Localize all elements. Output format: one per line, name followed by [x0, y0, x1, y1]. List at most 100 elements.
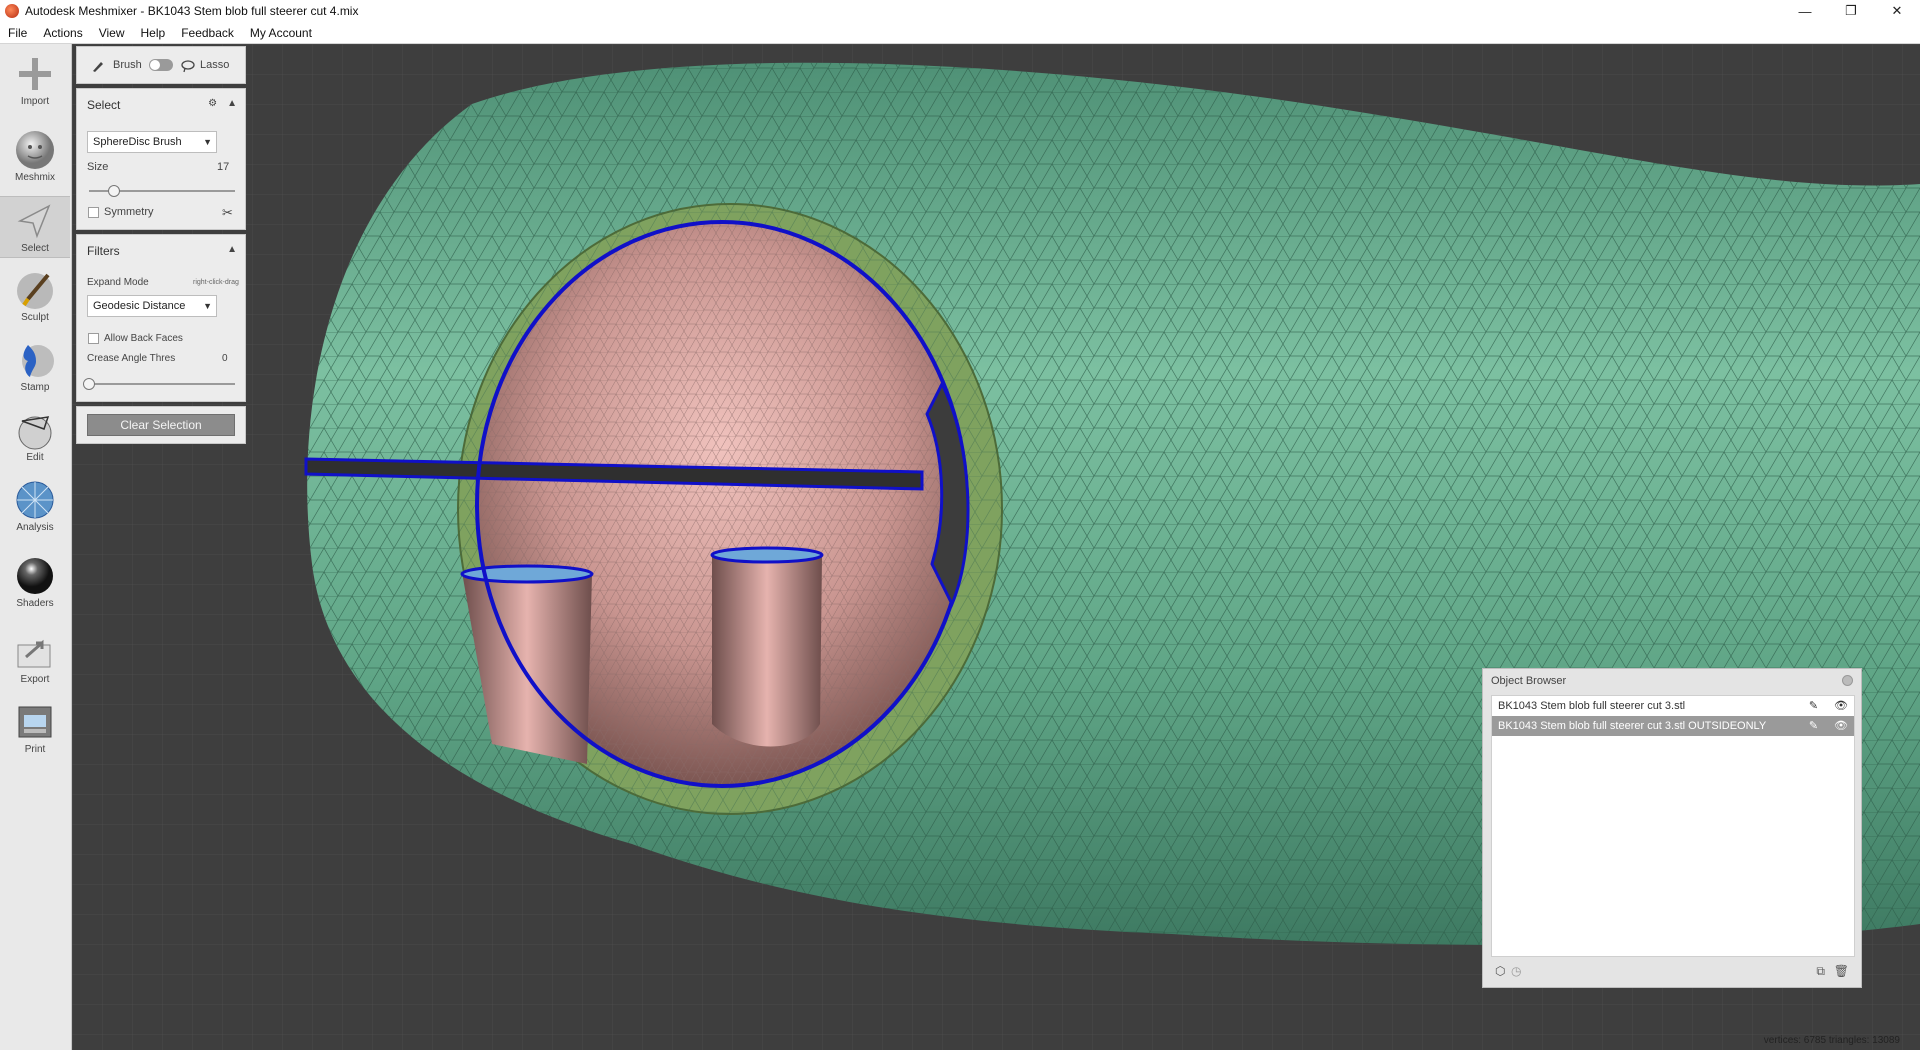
- menu-my-account[interactable]: My Account: [242, 22, 320, 44]
- size-label: Size: [87, 161, 109, 173]
- menu-feedback[interactable]: Feedback: [173, 22, 242, 44]
- object-name: BK1043 Stem blob full steerer cut 3.stl: [1498, 700, 1686, 712]
- tool-shaders[interactable]: Shaders: [0, 552, 70, 614]
- crease-slider-knob[interactable]: [83, 378, 95, 390]
- tool-select[interactable]: Select: [0, 196, 70, 258]
- select-panel-header[interactable]: Select ⚙ ▲: [77, 89, 245, 121]
- bunny-head-icon: [13, 130, 57, 170]
- export-icon: [13, 632, 57, 672]
- tool-shaders-label: Shaders: [16, 598, 54, 609]
- title-bar: Autodesk Meshmixer - BK1043 Stem blob fu…: [0, 0, 1920, 22]
- clear-selection-button[interactable]: Clear Selection: [87, 414, 235, 436]
- allow-back-faces-label: Allow Back Faces: [104, 333, 183, 344]
- filters-panel-header[interactable]: Filters ▲: [77, 235, 245, 267]
- filters-panel-title: Filters: [87, 244, 120, 258]
- eye-icon[interactable]: 👁: [1834, 699, 1848, 712]
- menu-help[interactable]: Help: [133, 22, 174, 44]
- filters-panel: Filters ▲ Expand Mode right-click-drag G…: [76, 234, 246, 402]
- menu-file[interactable]: File: [0, 22, 35, 44]
- cube-icon[interactable]: ⬡: [1495, 964, 1505, 978]
- symmetry-scissor-icon[interactable]: ✂: [222, 205, 233, 221]
- eye-icon[interactable]: 👁: [1834, 719, 1848, 732]
- meshmixer-logo-icon: [5, 4, 19, 18]
- menu-view[interactable]: View: [91, 22, 133, 44]
- tool-sculpt[interactable]: Sculpt: [0, 266, 70, 328]
- tool-sculpt-label: Sculpt: [21, 312, 49, 323]
- mesh-stats-status: vertices: 6785 triangles: 13089: [1763, 1035, 1900, 1046]
- tool-analysis[interactable]: Analysis: [0, 476, 70, 538]
- chevron-down-icon: ▼: [203, 301, 212, 311]
- object-list: BK1043 Stem blob full steerer cut 3.stl …: [1491, 695, 1855, 957]
- expand-mode-dropdown[interactable]: Geodesic Distance ▼: [87, 295, 217, 317]
- tool-analysis-label: Analysis: [16, 522, 54, 533]
- lasso-mode-label[interactable]: Lasso: [200, 59, 229, 71]
- tool-meshmix-label: Meshmix: [14, 172, 55, 183]
- maximize-button[interactable]: ❐: [1828, 0, 1874, 22]
- symmetry-label: Symmetry: [104, 206, 154, 218]
- tool-import[interactable]: Import: [0, 50, 70, 112]
- select-panel: Select ⚙ ▲ SphereDisc Brush ▼ Size 17 Sy…: [76, 88, 246, 230]
- crease-angle-value: 0: [222, 353, 228, 364]
- brush-icon: [93, 62, 103, 72]
- object-browser: Object Browser BK1043 Stem blob full ste…: [1482, 668, 1862, 988]
- tool-stamp-label: Stamp: [20, 382, 50, 393]
- window-controls: — ❐ ✕: [1782, 0, 1920, 22]
- object-name: BK1043 Stem blob full steerer cut 3.stl …: [1498, 720, 1767, 732]
- printer-icon: [13, 702, 57, 742]
- crease-slider-track[interactable]: [89, 383, 235, 385]
- crease-angle-label: Crease Angle Thres: [87, 353, 176, 364]
- edit-object-icon[interactable]: ✎: [1809, 719, 1818, 732]
- edit-object-icon[interactable]: ✎: [1809, 699, 1818, 712]
- close-button[interactable]: ✕: [1874, 0, 1920, 22]
- object-browser-title: Object Browser: [1491, 675, 1567, 687]
- tool-stamp[interactable]: Stamp: [0, 336, 70, 398]
- select-arrow-icon: [13, 201, 57, 241]
- settings-gear-icon[interactable]: ⚙: [208, 98, 217, 109]
- brush-type-dropdown[interactable]: SphereDisc Brush ▼: [87, 131, 217, 153]
- tool-print-label: Print: [24, 744, 46, 755]
- analysis-sphere-icon: [13, 480, 57, 520]
- object-browser-footer: ⬡ ◷ ⧉ 🗑: [1491, 961, 1855, 983]
- duplicate-icon[interactable]: ⧉: [1816, 964, 1825, 979]
- collapse-triangle-icon[interactable]: ▲: [227, 244, 237, 255]
- expand-mode-value: Geodesic Distance: [93, 300, 186, 312]
- tool-select-label: Select: [21, 243, 49, 254]
- tool-print[interactable]: Print: [0, 698, 70, 760]
- brush-mode-label[interactable]: Brush: [113, 59, 142, 71]
- allow-back-faces-checkbox[interactable]: [88, 333, 99, 344]
- stamp-icon: [13, 340, 57, 380]
- window-title: Autodesk Meshmixer - BK1043 Stem blob fu…: [25, 4, 359, 18]
- edit-sphere-icon: [13, 410, 57, 450]
- inner-tube-center: [710, 546, 824, 747]
- minimize-button[interactable]: —: [1782, 0, 1828, 22]
- collapse-triangle-icon[interactable]: ▲: [227, 98, 237, 109]
- tool-export[interactable]: Export: [0, 628, 70, 690]
- lasso-icon: [181, 60, 195, 73]
- mode-toggle-switch[interactable]: [149, 59, 173, 71]
- list-item[interactable]: BK1043 Stem blob full steerer cut 3.stl …: [1492, 716, 1854, 736]
- expand-mode-label: Expand Mode: [87, 277, 149, 288]
- sculpt-brush-icon: [13, 270, 57, 310]
- brush-type-value: SphereDisc Brush: [93, 136, 182, 148]
- list-item[interactable]: BK1043 Stem blob full steerer cut 3.stl …: [1492, 696, 1854, 716]
- chevron-down-icon: ▼: [203, 137, 212, 147]
- tool-edit[interactable]: Edit: [0, 406, 70, 468]
- expand-mode-hint: right-click-drag: [193, 279, 239, 286]
- left-toolbar: Import Meshmix Select Sculpt Stamp Edit: [0, 44, 72, 1050]
- tool-meshmix[interactable]: Meshmix: [0, 126, 70, 188]
- trash-icon[interactable]: 🗑: [1834, 964, 1849, 978]
- tool-import-label: Import: [20, 96, 50, 107]
- clock-icon[interactable]: ◷: [1511, 964, 1521, 978]
- object-browser-header: Object Browser: [1483, 669, 1861, 693]
- symmetry-checkbox[interactable]: [88, 207, 99, 218]
- plus-icon: [13, 54, 57, 94]
- tool-edit-label: Edit: [26, 452, 44, 463]
- close-icon[interactable]: [1842, 675, 1853, 686]
- shader-ball-icon: [13, 556, 57, 596]
- menu-actions[interactable]: Actions: [35, 22, 90, 44]
- mode-toggle-panel: Brush Lasso: [76, 46, 246, 84]
- menu-bar: File Actions View Help Feedback My Accou…: [0, 22, 1920, 44]
- tool-export-label: Export: [20, 674, 50, 685]
- size-slider-knob[interactable]: [107, 185, 120, 197]
- select-panel-title: Select: [87, 98, 121, 112]
